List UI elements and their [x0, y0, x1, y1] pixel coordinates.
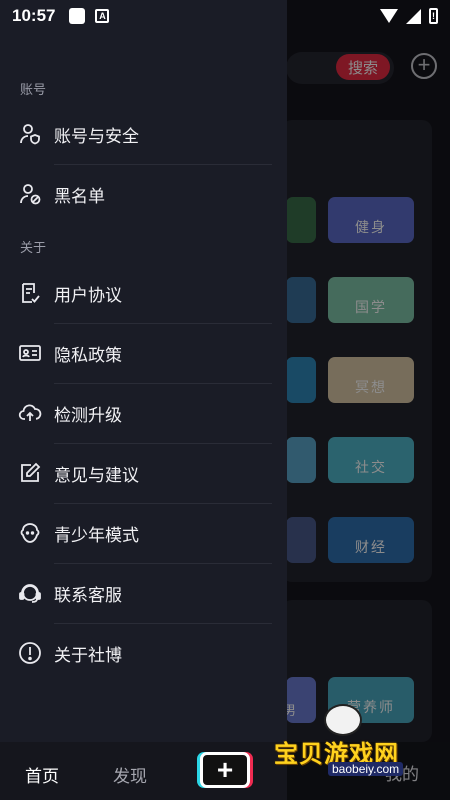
watermark-url: baobeiy.com	[328, 762, 404, 776]
menu-item-label: 联系客服	[54, 585, 122, 605]
headset-icon	[18, 581, 42, 605]
cellular-signal-icon	[406, 8, 421, 24]
menu-item-feedback[interactable]: 意见与建议	[0, 443, 287, 503]
menu-item-label: 关于社博	[54, 645, 122, 665]
menu-item-user-agreement[interactable]: 用户协议	[0, 263, 287, 323]
menu-item-account-security[interactable]: 账号与安全	[0, 104, 287, 164]
nav-add-button[interactable]: +	[200, 752, 250, 788]
nav-home[interactable]: 首页	[25, 762, 59, 787]
menu-item-privacy-policy[interactable]: 隐私政策	[0, 323, 287, 383]
nav-discover[interactable]: 发现	[113, 762, 147, 787]
mascot-logo-icon	[324, 704, 362, 736]
section-label-account: 账号	[20, 82, 47, 97]
menu-item-label: 隐私政策	[54, 345, 122, 365]
info-icon	[18, 641, 42, 665]
section-label-about: 关于	[20, 240, 47, 255]
side-drawer: 账号 账号与安全 黑名单 关于 用户协议 隐私政策 检测升级 意见与建议 青少年…	[0, 0, 287, 742]
menu-item-label: 账号与安全	[54, 126, 139, 146]
menu-item-label: 用户协议	[54, 285, 122, 305]
menu-item-blacklist[interactable]: 黑名单	[0, 164, 287, 224]
edit-icon	[18, 461, 42, 485]
cloud-upload-icon	[18, 401, 42, 425]
battery-alert-icon: !	[429, 8, 438, 24]
watermark: 宝贝游戏网 baobeiy.com	[258, 700, 430, 786]
menu-item-label: 黑名单	[54, 186, 105, 206]
user-shield-icon	[18, 122, 42, 146]
a-badge-icon: A	[95, 9, 110, 23]
menu-item-label: 检测升级	[54, 405, 122, 425]
status-time: 10:57	[12, 6, 56, 25]
screen: 搜索 + 男 健身 国学 冥想 社交 财经 营养师 我的 10:57 A ! 账…	[0, 0, 450, 800]
agreement-icon	[18, 281, 42, 305]
wifi-icon	[380, 9, 398, 23]
user-block-icon	[18, 182, 42, 206]
teen-face-icon	[18, 521, 42, 545]
id-card-icon	[18, 341, 42, 365]
menu-item-check-update[interactable]: 检测升级	[0, 383, 287, 443]
menu-item-teen-mode[interactable]: 青少年模式	[0, 503, 287, 563]
menu-item-label: 青少年模式	[54, 525, 139, 545]
notification-icon	[69, 8, 86, 24]
plus-icon: +	[216, 754, 234, 785]
menu-item-customer-service[interactable]: 联系客服	[0, 563, 287, 623]
status-bar: 10:57 A !	[0, 0, 450, 32]
menu-item-about[interactable]: 关于社博	[0, 623, 287, 683]
menu-item-label: 意见与建议	[54, 465, 139, 485]
